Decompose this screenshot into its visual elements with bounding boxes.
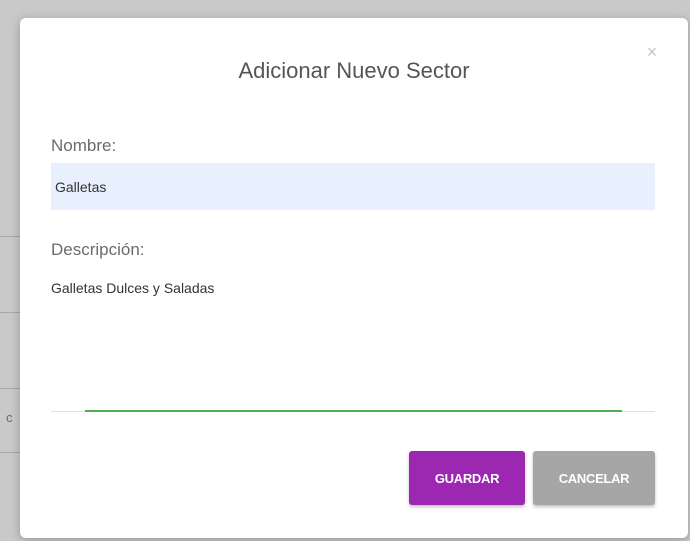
name-label: Nombre: [51, 136, 117, 155]
close-icon[interactable]: × [644, 43, 660, 61]
description-focus-underline [85, 410, 622, 412]
add-sector-dialog: Adicionar Nuevo Sector × Nombre: Descrip… [20, 18, 688, 538]
name-input[interactable] [51, 163, 655, 210]
description-textarea[interactable]: Galletas Dulces y Saladas [51, 278, 655, 408]
dialog-title: Adicionar Nuevo Sector [238, 58, 470, 83]
save-button[interactable]: GUARDAR [409, 451, 525, 505]
description-label: Descripción: [51, 240, 145, 259]
background-text-fragment: c [6, 410, 13, 425]
cancel-button[interactable]: CANCELAR [533, 451, 655, 505]
